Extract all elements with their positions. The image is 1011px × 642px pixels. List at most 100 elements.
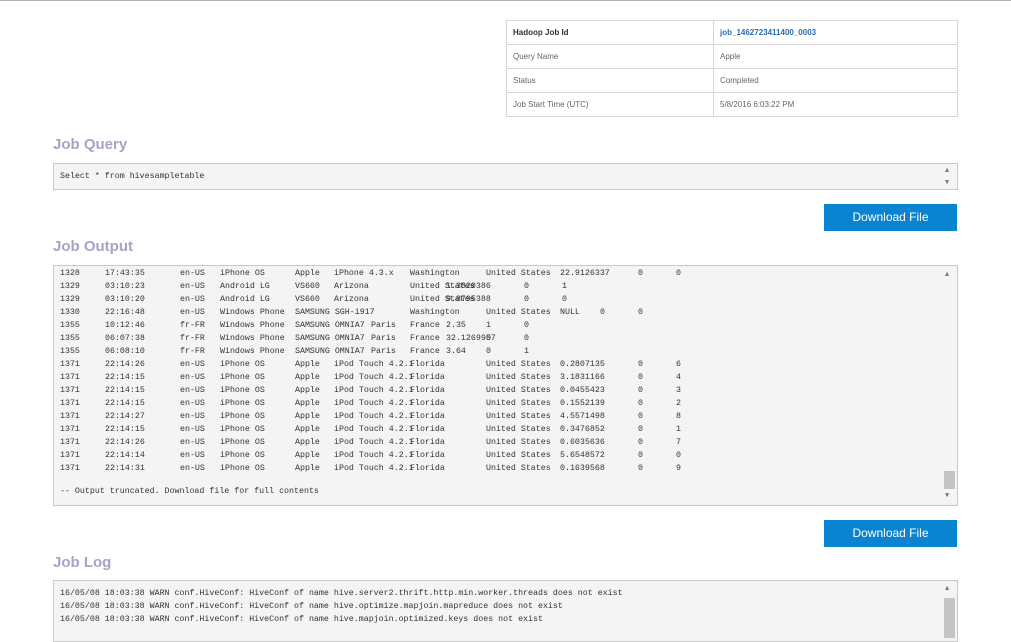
output-cell: fr-FR	[180, 321, 205, 330]
output-cell: Florida	[410, 451, 445, 460]
output-cell: 03:10:20	[105, 295, 145, 304]
query-scrollbar[interactable]: ▲ ▼	[941, 164, 957, 189]
output-cell: en-US	[180, 295, 205, 304]
output-cell: Windows Phone	[220, 334, 285, 343]
output-cell: iPhone OS	[220, 438, 265, 447]
job-id-link[interactable]: job_1462723411400_0003	[713, 20, 958, 45]
job-query-box[interactable]: Select * from hivesampletable ▲ ▼	[53, 163, 958, 190]
output-cell: Florida	[410, 386, 445, 395]
output-cell: United States	[486, 308, 551, 317]
job-output-box[interactable]: 1328 17:43:35 en-US iPhone OS Apple iPhone 4.…	[53, 265, 958, 506]
output-cell: 1371	[60, 438, 80, 447]
output-cell: 0	[638, 373, 643, 382]
output-cell: 4.5571498	[560, 412, 605, 421]
output-cell: Florida	[410, 373, 445, 382]
output-cell: 1329	[60, 295, 80, 304]
job-log-box[interactable]: 16/05/08 18:03:38 WARN conf.HiveConf: Hi…	[53, 580, 958, 642]
job-info-label: Job Start Time (UTC)	[506, 92, 714, 117]
output-cell: Android LG	[220, 295, 270, 304]
job-info-value: Completed	[713, 68, 958, 93]
output-cell: 1371	[60, 412, 80, 421]
job-output-title: Job Output	[53, 238, 133, 255]
output-cell: Paris	[371, 347, 396, 356]
output-cell: 22:14:15	[105, 399, 145, 408]
output-cell: Windows Phone	[220, 308, 285, 317]
output-cell: 0	[524, 295, 529, 304]
scroll-up-icon[interactable]: ▲	[945, 271, 949, 279]
output-cell: Apple	[295, 386, 320, 395]
output-cell: 22:14:31	[105, 464, 145, 473]
output-cell: 1355	[60, 321, 80, 330]
scrollbar-thumb[interactable]	[944, 471, 955, 489]
job-info-value: 5/8/2016 6:03:22 PM	[713, 92, 958, 117]
output-cell: Android LG	[220, 282, 270, 291]
download-file-button[interactable]: Download File	[824, 520, 957, 547]
output-cell: 1	[486, 321, 491, 330]
scroll-down-icon[interactable]: ▼	[945, 179, 949, 187]
output-cell: 1355	[60, 334, 80, 343]
output-cell: iPod Touch 4.2.1	[334, 386, 414, 395]
output-cell: 1371	[60, 464, 80, 473]
output-cell: 0	[638, 386, 643, 395]
output-cell: 0	[562, 295, 567, 304]
output-cell: fr-FR	[180, 347, 205, 356]
job-info-row: Hadoop Job Id job_1462723411400_0003	[506, 20, 958, 45]
output-cell: 4	[676, 373, 681, 382]
job-query-text: Select * from hivesampletable	[60, 172, 205, 181]
job-log-title: Job Log	[53, 554, 112, 571]
output-cell: 22:14:26	[105, 438, 145, 447]
output-cell: en-US	[180, 373, 205, 382]
log-line: 16/05/08 18:03:38 WARN conf.HiveConf: Hi…	[60, 602, 563, 611]
job-info-label: Hadoop Job Id	[506, 20, 714, 45]
job-info-row: Job Start Time (UTC) 5/8/2016 6:03:22 PM	[506, 92, 958, 117]
output-cell: iPhone OS	[220, 425, 265, 434]
log-scrollbar[interactable]: ▲	[941, 581, 957, 641]
output-cell: iPhone OS	[220, 464, 265, 473]
output-cell: 3.1831166	[560, 373, 605, 382]
output-cell: 1329	[60, 282, 80, 291]
output-cell: 0.6035636	[560, 438, 605, 447]
output-cell: iPod Touch 4.2.1	[334, 425, 414, 434]
output-cell: 0	[524, 321, 529, 330]
output-cell: en-US	[180, 386, 205, 395]
output-cell: Washington	[410, 308, 460, 317]
output-cell: Apple	[295, 269, 320, 278]
output-cell: 22:14:15	[105, 386, 145, 395]
output-cell: iPhone OS	[220, 451, 265, 460]
output-cell: en-US	[180, 269, 205, 278]
output-scrollbar[interactable]: ▲ ▼	[941, 266, 957, 505]
output-cell: 1355	[60, 347, 80, 356]
output-cell: 10:12:46	[105, 321, 145, 330]
output-cell: iPhone OS	[220, 386, 265, 395]
output-cell: 22:14:14	[105, 451, 145, 460]
output-cell: en-US	[180, 438, 205, 447]
output-cell: VS660	[295, 282, 320, 291]
output-cell: 22:16:48	[105, 308, 145, 317]
output-cell: 3	[676, 386, 681, 395]
output-cell: 0	[638, 438, 643, 447]
download-file-button[interactable]: Download File	[824, 204, 957, 231]
scroll-down-icon[interactable]: ▼	[945, 492, 949, 500]
output-cell: Apple	[295, 399, 320, 408]
output-cell: 06:07:38	[105, 334, 145, 343]
output-cell: Paris	[371, 321, 396, 330]
job-info-row: Status Completed	[506, 68, 958, 93]
output-cell: United States	[486, 386, 551, 395]
output-cell: iPod Touch 4.2.1	[334, 464, 414, 473]
output-cell: 2	[676, 399, 681, 408]
output-cell: 2.35	[446, 321, 466, 330]
output-cell: 6	[676, 360, 681, 369]
log-line: 16/05/08 18:03:38 WARN conf.HiveConf: Hi…	[60, 615, 543, 624]
output-cell: United States	[486, 425, 551, 434]
output-cell: 1371	[60, 386, 80, 395]
output-cell: United States	[486, 360, 551, 369]
output-cell: fr-FR	[180, 334, 205, 343]
output-cell: United States	[486, 451, 551, 460]
scroll-up-icon[interactable]: ▲	[945, 167, 949, 175]
scrollbar-thumb[interactable]	[944, 598, 955, 638]
job-log-lines: 16/05/08 18:03:38 WARN conf.HiveConf: Hi…	[60, 587, 623, 626]
output-cell: iPhone OS	[220, 373, 265, 382]
output-cell: Florida	[410, 425, 445, 434]
output-cell: 0.2807135	[560, 360, 605, 369]
scroll-up-icon[interactable]: ▲	[945, 585, 949, 593]
